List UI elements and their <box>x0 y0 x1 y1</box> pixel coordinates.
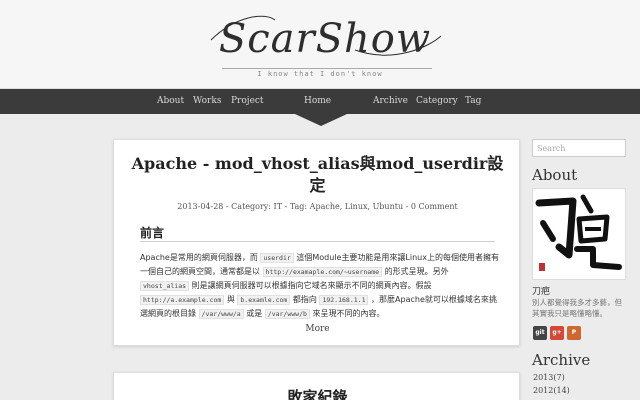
inline-code: /var/www/a <box>198 309 244 319</box>
inline-code: userdir <box>260 253 294 263</box>
logo-divider <box>222 68 432 69</box>
author-avatar <box>532 188 626 280</box>
archive-link-2012[interactable]: 2012(14) <box>533 386 570 395</box>
section-divider <box>140 241 495 242</box>
inline-code: vhost_alias <box>140 281 190 291</box>
inline-code: 192.168.1.1 <box>319 295 369 305</box>
post-title-2[interactable]: 敗家紀錄 <box>114 386 519 400</box>
more-link[interactable]: More <box>114 324 521 334</box>
excerpt-text: 則是讓網頁伺服器可以根據指向它域名來顯示不同的網頁內容。假設 <box>189 281 432 290</box>
excerpt-text: 或是 <box>243 309 265 318</box>
google-plus-icon[interactable]: g+ <box>550 326 564 340</box>
inline-code: http://a.example.com <box>140 295 225 305</box>
site-logo[interactable]: ScarShow <box>205 6 445 68</box>
main-nav: About Works Project Home Archive Categor… <box>0 89 640 114</box>
git-icon[interactable]: git <box>533 326 547 340</box>
inline-code: http://examaple.com/~username <box>262 267 383 277</box>
archive-link-2013[interactable]: 2013(7) <box>533 373 565 382</box>
nav-archive[interactable]: Archive <box>373 89 408 114</box>
excerpt-text: 與 <box>224 295 238 304</box>
excerpt-text: 都指向 <box>290 295 320 304</box>
nav-active-indicator <box>295 114 347 126</box>
site-header: ScarShow I know that I don't know <box>0 0 640 89</box>
plurk-icon[interactable]: P <box>567 326 581 340</box>
author-description: 別人都覺得我多才多藝，但其實我只是略懂略懂。 <box>532 298 622 318</box>
nav-about[interactable]: About <box>157 89 184 114</box>
nav-project[interactable]: Project <box>231 89 264 114</box>
about-heading: About <box>532 166 578 184</box>
site-tagline: I know that I don't know <box>257 70 383 78</box>
inline-code: b.examle.com <box>237 295 291 305</box>
post-meta: 2013-04-28 - Category: IT - Tag: Apache,… <box>177 202 458 211</box>
archive-heading: Archive <box>532 351 591 369</box>
nav-tag[interactable]: Tag <box>465 89 481 114</box>
logo-graphic: ScarShow <box>210 15 442 62</box>
excerpt-text: 的形式呈現。另外 <box>382 267 449 276</box>
inline-code: /var/www/b <box>264 309 310 319</box>
section-heading: 前言 <box>140 226 165 240</box>
excerpt-text: 來呈現不同的內容。 <box>309 309 385 318</box>
post-excerpt: Apache是常用的網頁伺服器，而 userdir 這個Module主要功能是用… <box>140 251 500 321</box>
post-card-2: 敗家紀錄 <box>113 372 520 400</box>
calligraphy-avatar-image <box>533 189 625 279</box>
post-card: Apache - mod_vhost_alias與mod_userdir設定 2… <box>113 139 520 346</box>
nav-works[interactable]: Works <box>193 89 221 114</box>
excerpt-text: Apache是常用的網頁伺服器，而 <box>140 253 261 262</box>
search-input[interactable] <box>532 139 626 157</box>
nav-category[interactable]: Category <box>416 89 458 114</box>
post-title[interactable]: Apache - mod_vhost_alias與mod_userdir設定 <box>124 153 511 197</box>
logo-text: ScarShow <box>219 16 431 62</box>
nav-home[interactable]: Home <box>304 89 331 114</box>
author-name: 刀疤 <box>532 287 551 297</box>
